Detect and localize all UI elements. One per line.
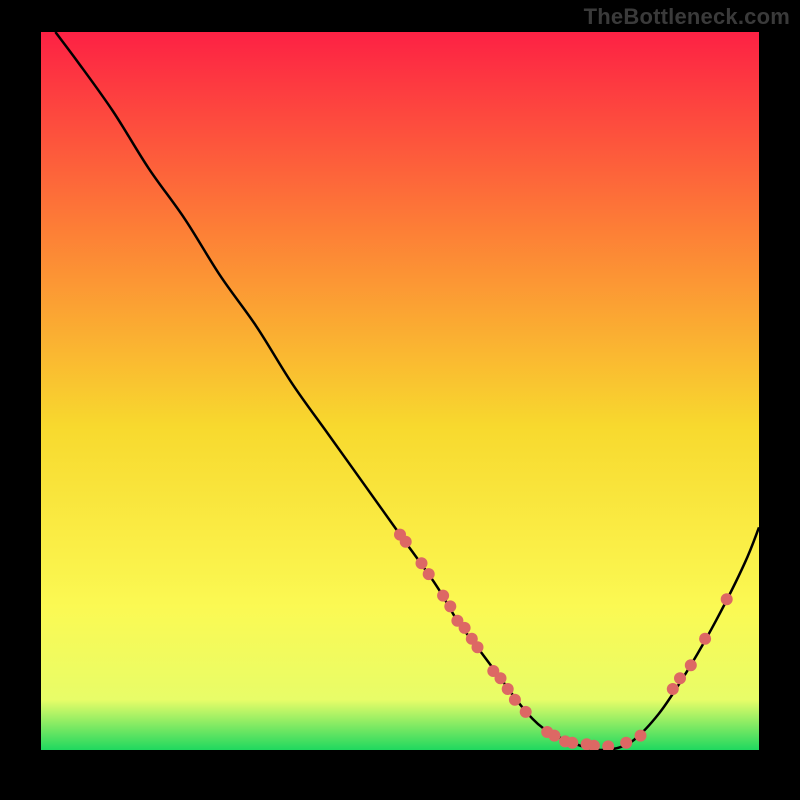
data-dot xyxy=(635,730,647,742)
data-dot xyxy=(548,730,560,742)
data-dot xyxy=(459,622,471,634)
data-dot xyxy=(566,737,578,749)
data-dot xyxy=(444,600,456,612)
data-dot xyxy=(495,672,507,684)
data-dot xyxy=(685,659,697,671)
data-dot xyxy=(520,706,532,718)
watermark-text: TheBottleneck.com xyxy=(584,4,790,30)
data-dot xyxy=(437,590,449,602)
data-dot xyxy=(423,568,435,580)
data-dot xyxy=(620,737,632,749)
data-dot xyxy=(509,694,521,706)
chart-svg xyxy=(41,32,759,750)
data-dot xyxy=(472,641,484,653)
data-dot xyxy=(416,557,428,569)
data-dot xyxy=(674,672,686,684)
gradient-background xyxy=(41,32,759,750)
data-dot xyxy=(699,633,711,645)
data-dot xyxy=(667,683,679,695)
data-dot xyxy=(721,593,733,605)
data-dot xyxy=(502,683,514,695)
figure-root: TheBottleneck.com xyxy=(0,0,800,800)
plot-area xyxy=(41,32,759,750)
data-dot xyxy=(400,536,412,548)
